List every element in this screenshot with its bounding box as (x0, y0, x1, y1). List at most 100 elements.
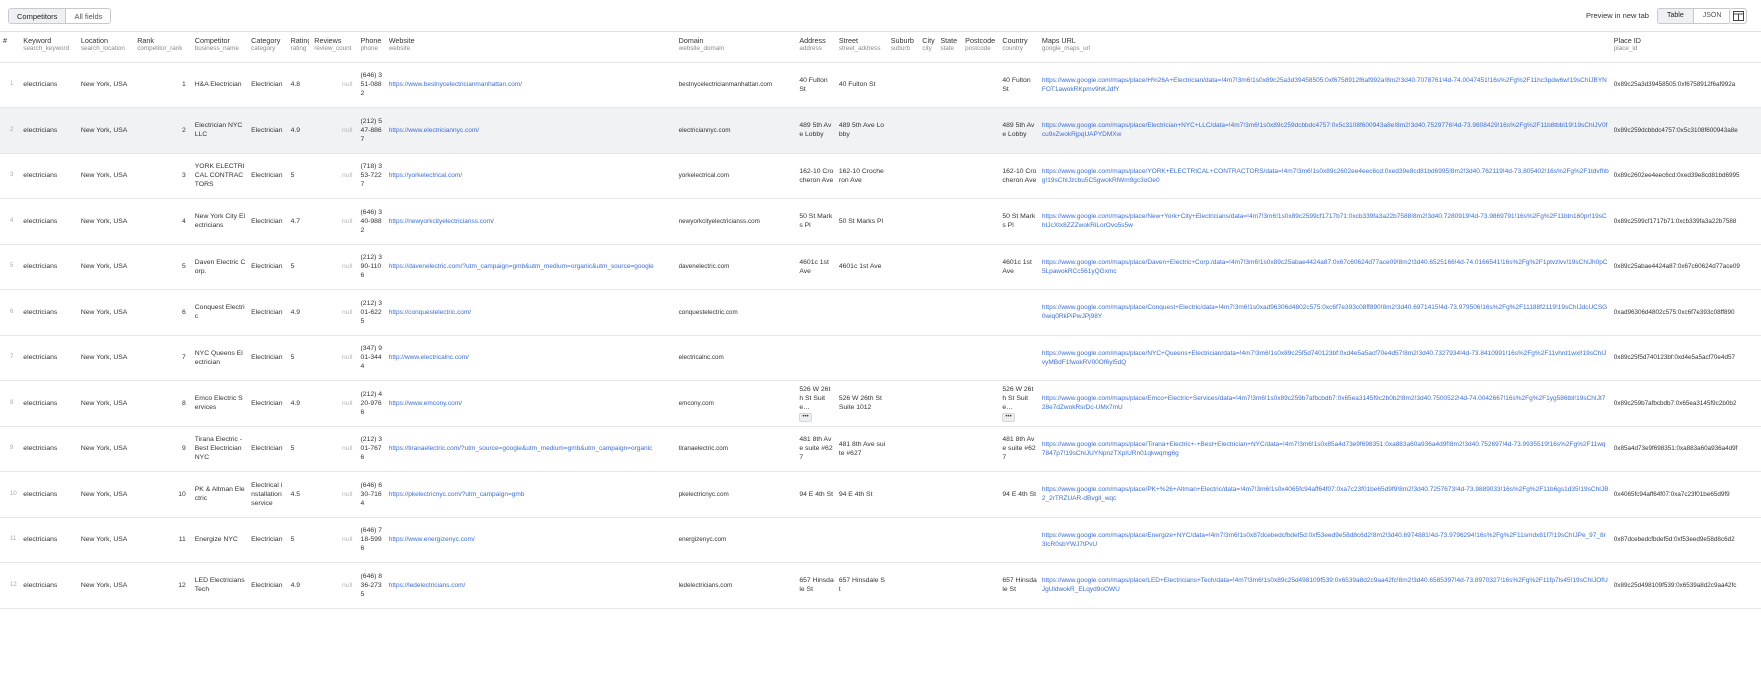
cell-maps-url-link[interactable]: https://www.google.com/maps/place/Electr… (1038, 107, 1611, 154)
column-header[interactable]: Place ID place_id (1610, 32, 1761, 63)
column-field-name: country (1002, 45, 1024, 52)
cell-maps-url-link[interactable]: https://www.google.com/maps/place/Emco+E… (1038, 380, 1611, 427)
column-header[interactable]: Keyword search_keyword (20, 32, 78, 63)
cell-maps-url-link[interactable]: https://www.google.com/maps/place/H%26A+… (1038, 62, 1611, 108)
column-header[interactable]: Location search_location (77, 32, 135, 63)
cell-maps-url-link[interactable]: https://www.google.com/maps/place/LED+El… (1038, 562, 1611, 609)
expand-cell-button[interactable]: ••• (1002, 412, 1015, 422)
cell-website-link[interactable]: https://davenelectric.com/?utm_campaign=… (385, 244, 676, 290)
table-row[interactable]: 6 electricians New York, USA 6 Conquest Elec… (0, 289, 1761, 336)
cell-address (796, 517, 836, 563)
table-row[interactable]: 11 electricians New York, USA 11 Energize NY… (0, 517, 1761, 563)
table-row[interactable]: 5 electricians New York, USA 5 Daven Electri… (0, 244, 1761, 290)
table-row[interactable]: 3 electricians New York, USA 3 YORK ELECTRIC… (0, 153, 1761, 199)
tab-json[interactable]: JSON (1693, 9, 1731, 23)
link-text[interactable]: https://tiranaelectric.com/?utm_source=g… (389, 444, 674, 453)
link-text[interactable]: https://www.google.com/maps/place/YORK+E… (1042, 167, 1609, 185)
cell-state (937, 153, 963, 199)
cell-maps-url-link[interactable]: https://www.google.com/maps/place/Conque… (1038, 289, 1611, 336)
cell-maps-url-link[interactable]: https://www.google.com/maps/place/YORK+E… (1038, 153, 1611, 199)
link-text[interactable]: https://www.google.com/maps/place/Tirana… (1042, 440, 1609, 458)
table-row[interactable]: 1 electricians New York, USA 1 H&A Electrici… (0, 62, 1761, 108)
cell-rating: 5 (287, 426, 312, 472)
column-header[interactable]: State state (937, 32, 963, 63)
link-text[interactable]: https://yorkelectrical.com/ (389, 171, 674, 180)
cell-category: Electrician (248, 153, 288, 199)
column-header[interactable]: Maps URL google_maps_url (1038, 32, 1611, 63)
column-header[interactable]: Category category (248, 32, 288, 63)
table-row[interactable]: 2 electricians New York, USA 2 Electrician N… (0, 107, 1761, 154)
tab-all-fields[interactable]: All fields (66, 9, 111, 23)
cell-address: 481 8th Ave suite #627 (796, 426, 836, 472)
link-text[interactable]: https://www.google.com/maps/place/Conque… (1042, 303, 1609, 321)
link-text[interactable]: https://www.google.com/maps/place/Emco+E… (1042, 394, 1609, 412)
link-text[interactable]: https://www.google.com/maps/place/H%26A+… (1042, 76, 1609, 94)
link-text[interactable]: https://www.bestnycelectricianmanhattan.… (389, 80, 674, 89)
cell-category: Electrician (248, 517, 288, 563)
cell-website-link[interactable]: https://conquestelectric.com/ (385, 289, 676, 336)
table-row[interactable]: 8 electricians New York, USA 8 Emco Electric… (0, 380, 1761, 427)
link-text[interactable]: http://www.electricalnc.com/ (389, 353, 674, 362)
cell-website-link[interactable]: https://www.emcony.com/ (385, 380, 676, 427)
column-header[interactable]: Competitor business_name (191, 32, 249, 63)
cell-maps-url-link[interactable]: https://www.google.com/maps/place/NYC+Qu… (1038, 335, 1611, 381)
table-row[interactable]: 12 electricians New York, USA 12 LED Electri… (0, 562, 1761, 609)
tab-table[interactable]: Table (1658, 9, 1694, 23)
table-row[interactable]: 4 electricians New York, USA 4 New York City… (0, 198, 1761, 245)
cell-maps-url-link[interactable]: https://www.google.com/maps/place/Energi… (1038, 517, 1611, 563)
column-header[interactable]: Suburb suburb (887, 32, 920, 63)
results-table-container[interactable]: # Keyword search_keyword Location search_loc… (0, 31, 1761, 688)
column-label: State (940, 36, 958, 45)
table-row[interactable]: 10 electricians New York, USA 10 PK & Altman… (0, 471, 1761, 518)
column-header[interactable]: Ratingrating (287, 32, 312, 63)
column-header[interactable]: Domain website_domain (675, 32, 797, 63)
column-header[interactable]: Reviews review_count (311, 32, 358, 63)
link-text[interactable]: https://davenelectric.com/?utm_campaign=… (389, 262, 674, 271)
link-text[interactable]: https://ledelectricians.com/ (389, 581, 674, 590)
link-text[interactable]: https://www.google.com/maps/place/Electr… (1042, 121, 1609, 139)
column-header[interactable]: Website website (385, 32, 676, 63)
column-header[interactable]: Country country (999, 32, 1039, 63)
cell-website-link[interactable]: http://www.electricalnc.com/ (385, 335, 676, 381)
tab-competitors[interactable]: Competitors (9, 9, 67, 23)
link-text[interactable]: https://newyorkcityelectricianss.com/ (389, 217, 674, 226)
link-text[interactable]: https://conquestelectric.com/ (389, 308, 674, 317)
preview-in-new-tab-link[interactable]: Preview in new tab (1586, 11, 1649, 20)
column-header[interactable]: Street street_address (835, 32, 888, 63)
cell-website-link[interactable]: https://newyorkcityelectricianss.com/ (385, 198, 676, 245)
expand-cell-button[interactable]: ••• (799, 412, 812, 422)
table-row[interactable]: 9 electricians New York, USA 9 Tirana Electr… (0, 426, 1761, 472)
column-header[interactable]: Rank competitor_rank (134, 32, 192, 63)
cell-website-link[interactable]: https://ledelectricians.com/ (385, 562, 676, 609)
link-text[interactable]: https://pkelectricnyc.com/?utm_campaign=… (389, 490, 674, 499)
cell-keyword: electricians (20, 335, 78, 381)
cell-website-link[interactable]: https://yorkelectrical.com/ (385, 153, 676, 199)
cell-website-link[interactable]: https://tiranaelectric.com/?utm_source=g… (385, 426, 676, 472)
cell-business-name: Conquest Electric (191, 289, 249, 336)
link-text[interactable]: https://www.google.com/maps/place/PK+%26… (1042, 485, 1609, 503)
link-text[interactable]: https://www.google.com/maps/place/LED+El… (1042, 576, 1609, 594)
table-row[interactable]: 7 electricians New York, USA 7 NYC Queens El… (0, 335, 1761, 381)
column-header[interactable]: # (0, 32, 21, 63)
link-text[interactable]: https://www.energizenyc.com/ (389, 535, 674, 544)
column-label: Maps URL (1041, 36, 1076, 45)
link-text[interactable]: https://www.electriciannyc.com/ (389, 126, 674, 135)
link-text[interactable]: https://www.google.com/maps/place/New+Yo… (1042, 212, 1609, 230)
cell-maps-url-link[interactable]: https://www.google.com/maps/place/PK+%26… (1038, 471, 1611, 518)
cell-website-link[interactable]: https://pkelectricnyc.com/?utm_campaign=… (385, 471, 676, 518)
cell-maps-url-link[interactable]: https://www.google.com/maps/place/Tirana… (1038, 426, 1611, 472)
column-header[interactable]: Phone phone (357, 32, 386, 63)
link-text[interactable]: https://www.google.com/maps/place/NYC+Qu… (1042, 349, 1609, 367)
cell-website-link[interactable]: https://www.energizenyc.com/ (385, 517, 676, 563)
link-text[interactable]: https://www.google.com/maps/place/Daven+… (1042, 258, 1609, 276)
cell-maps-url-link[interactable]: https://www.google.com/maps/place/New+Yo… (1038, 198, 1611, 245)
link-text[interactable]: https://www.google.com/maps/place/Energi… (1042, 531, 1609, 549)
column-header[interactable]: City city (919, 32, 938, 63)
link-text[interactable]: https://www.emcony.com/ (389, 399, 674, 408)
cell-website-link[interactable]: https://www.electriciannyc.com/ (385, 107, 676, 154)
columns-button[interactable] (1729, 8, 1747, 24)
column-header[interactable]: Postcode postcode (962, 32, 1000, 63)
cell-maps-url-link[interactable]: https://www.google.com/maps/place/Daven+… (1038, 244, 1611, 290)
cell-website-link[interactable]: https://www.bestnycelectricianmanhattan.… (385, 62, 676, 108)
column-header[interactable]: Address address (796, 32, 836, 63)
